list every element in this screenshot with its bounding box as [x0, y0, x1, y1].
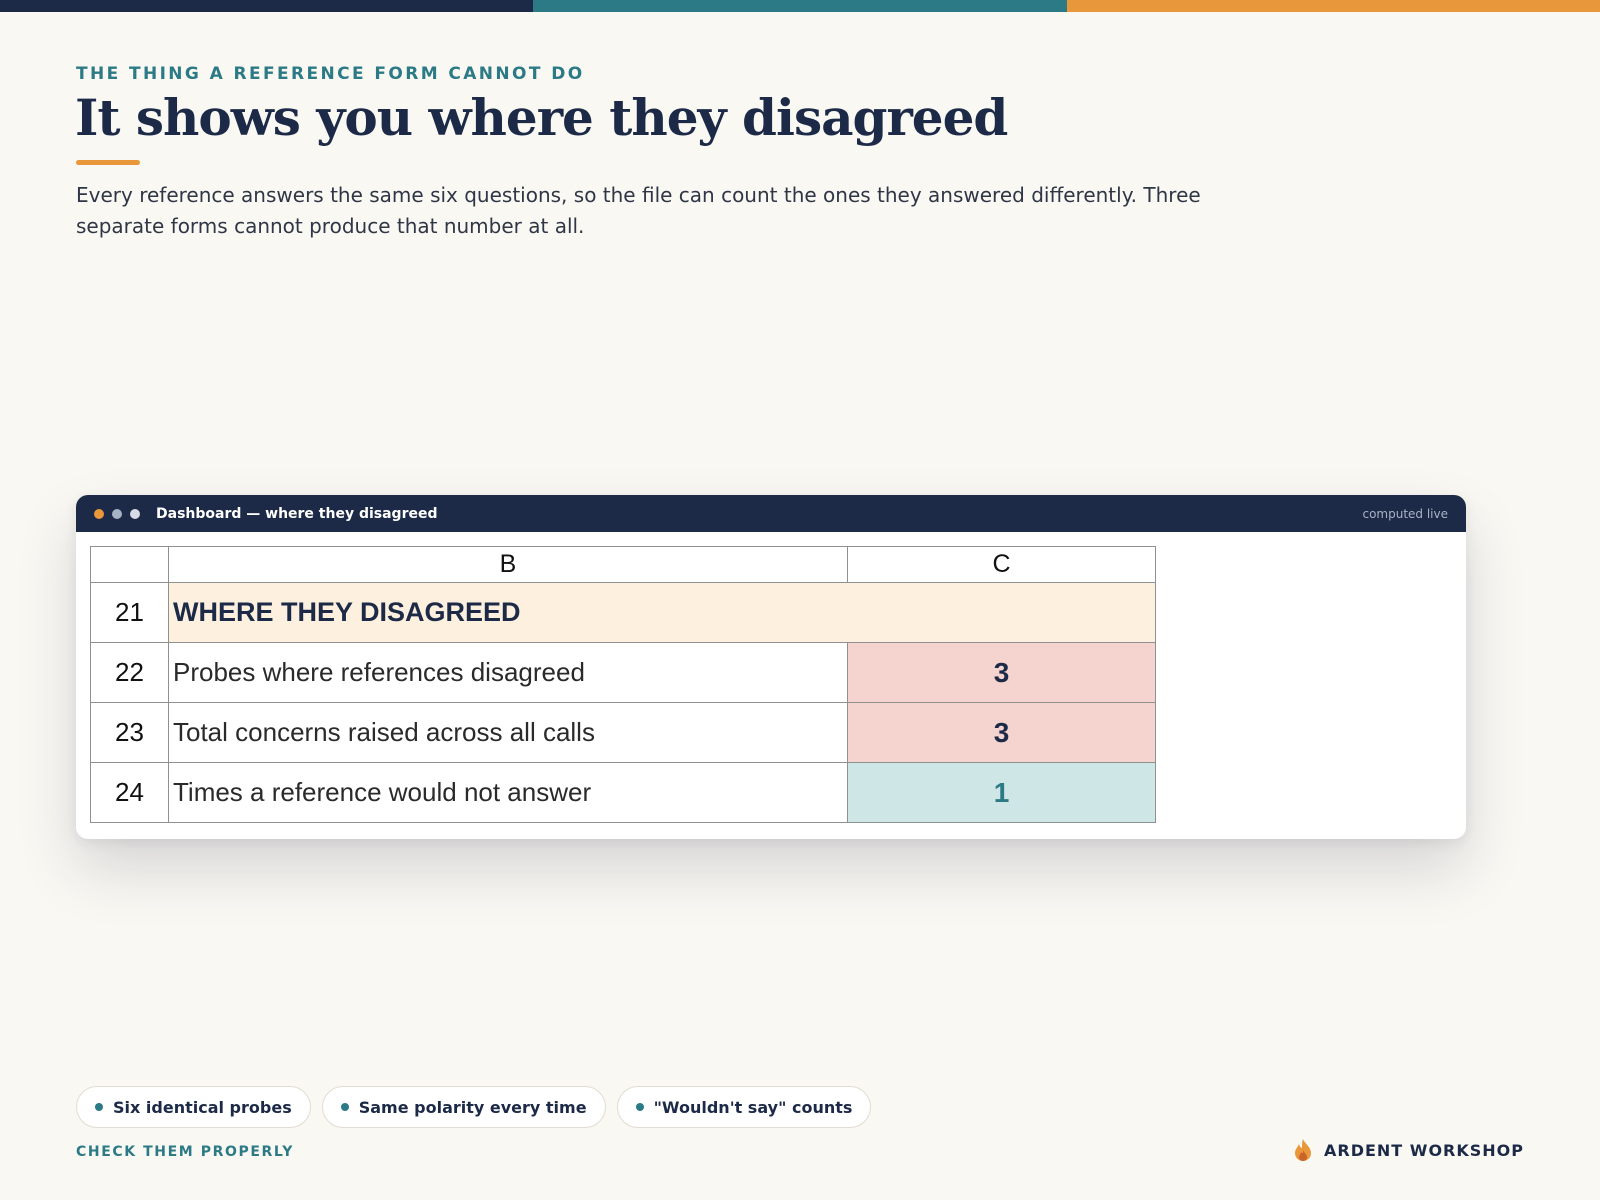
- section-heading-cell[interactable]: WHERE THEY DISAGREED: [168, 582, 1156, 643]
- column-header-b[interactable]: B: [168, 546, 848, 583]
- feature-chips: Six identical probes Same polarity every…: [76, 1086, 872, 1128]
- accent-segment-orange: [1066, 0, 1600, 12]
- window-title-bar: Dashboard — where they disagreed compute…: [76, 495, 1466, 532]
- computed-status: computed live: [1362, 506, 1448, 521]
- chip-label: Six identical probes: [113, 1097, 292, 1117]
- flame-icon: [1295, 1139, 1311, 1161]
- brand-logo: ARDENT WORKSHOP: [1292, 1138, 1524, 1162]
- chip-label: Same polarity every time: [358, 1097, 587, 1117]
- chip-identical-probes[interactable]: Six identical probes: [76, 1086, 311, 1128]
- window-title: Dashboard — where they disagreed: [156, 505, 438, 522]
- page-title: It shows you where they disagreed: [75, 88, 1008, 147]
- bullet-dot-icon: [340, 1103, 349, 1111]
- accent-segment-teal: [533, 0, 1067, 12]
- lede-paragraph: Every reference answers the same six que…: [76, 183, 1201, 238]
- brand-name: ARDENT WORKSHOP: [1324, 1140, 1524, 1160]
- dashboard-window: Dashboard — where they disagreed compute…: [76, 495, 1466, 839]
- row-number[interactable]: 23: [90, 702, 169, 763]
- accent-segment-navy: [0, 0, 534, 12]
- metric-value-cell[interactable]: 1: [847, 762, 1156, 823]
- metric-value-cell[interactable]: 3: [847, 702, 1156, 763]
- window-dot-orange[interactable]: [94, 508, 104, 519]
- row-number[interactable]: 24: [90, 762, 169, 823]
- column-header-row: B C: [90, 546, 1156, 583]
- bullet-dot-icon: [95, 1103, 103, 1111]
- table-row: 22 Probes where references disagreed 3: [90, 642, 1156, 703]
- section-row: 21 WHERE THEY DISAGREED: [90, 582, 1156, 643]
- title-underline: [76, 160, 140, 165]
- table-row: 23 Total concerns raised across all call…: [90, 702, 1156, 763]
- chip-label: "Wouldn't say" counts: [653, 1097, 853, 1117]
- window-dot-grey[interactable]: [112, 508, 122, 519]
- metric-label-cell[interactable]: Probes where references disagreed: [168, 642, 848, 703]
- chip-wouldnt-say[interactable]: "Wouldn't say" counts: [616, 1086, 872, 1128]
- spreadsheet: B C 21 WHERE THEY DISAGREED 22 Probes wh…: [90, 546, 1156, 823]
- column-header-c[interactable]: C: [847, 546, 1156, 583]
- check-them-link[interactable]: CHECK THEM PROPERLY: [76, 1144, 294, 1160]
- row-number[interactable]: 22: [90, 642, 169, 703]
- metric-label-cell[interactable]: Total concerns raised across all calls: [168, 702, 848, 763]
- corner-cell[interactable]: [90, 546, 169, 583]
- row-number[interactable]: 21: [90, 582, 169, 643]
- top-accent-bar: [0, 0, 1600, 12]
- chip-same-polarity[interactable]: Same polarity every time: [321, 1086, 606, 1128]
- window-dot-light[interactable]: [130, 508, 140, 519]
- bullet-dot-icon: [635, 1103, 644, 1111]
- table-row: 24 Times a reference would not answer 1: [90, 762, 1156, 823]
- metric-label-cell[interactable]: Times a reference would not answer: [168, 762, 848, 823]
- metric-value-cell[interactable]: 3: [847, 642, 1156, 703]
- eyebrow-label: THE THING A REFERENCE FORM CANNOT DO: [76, 64, 585, 84]
